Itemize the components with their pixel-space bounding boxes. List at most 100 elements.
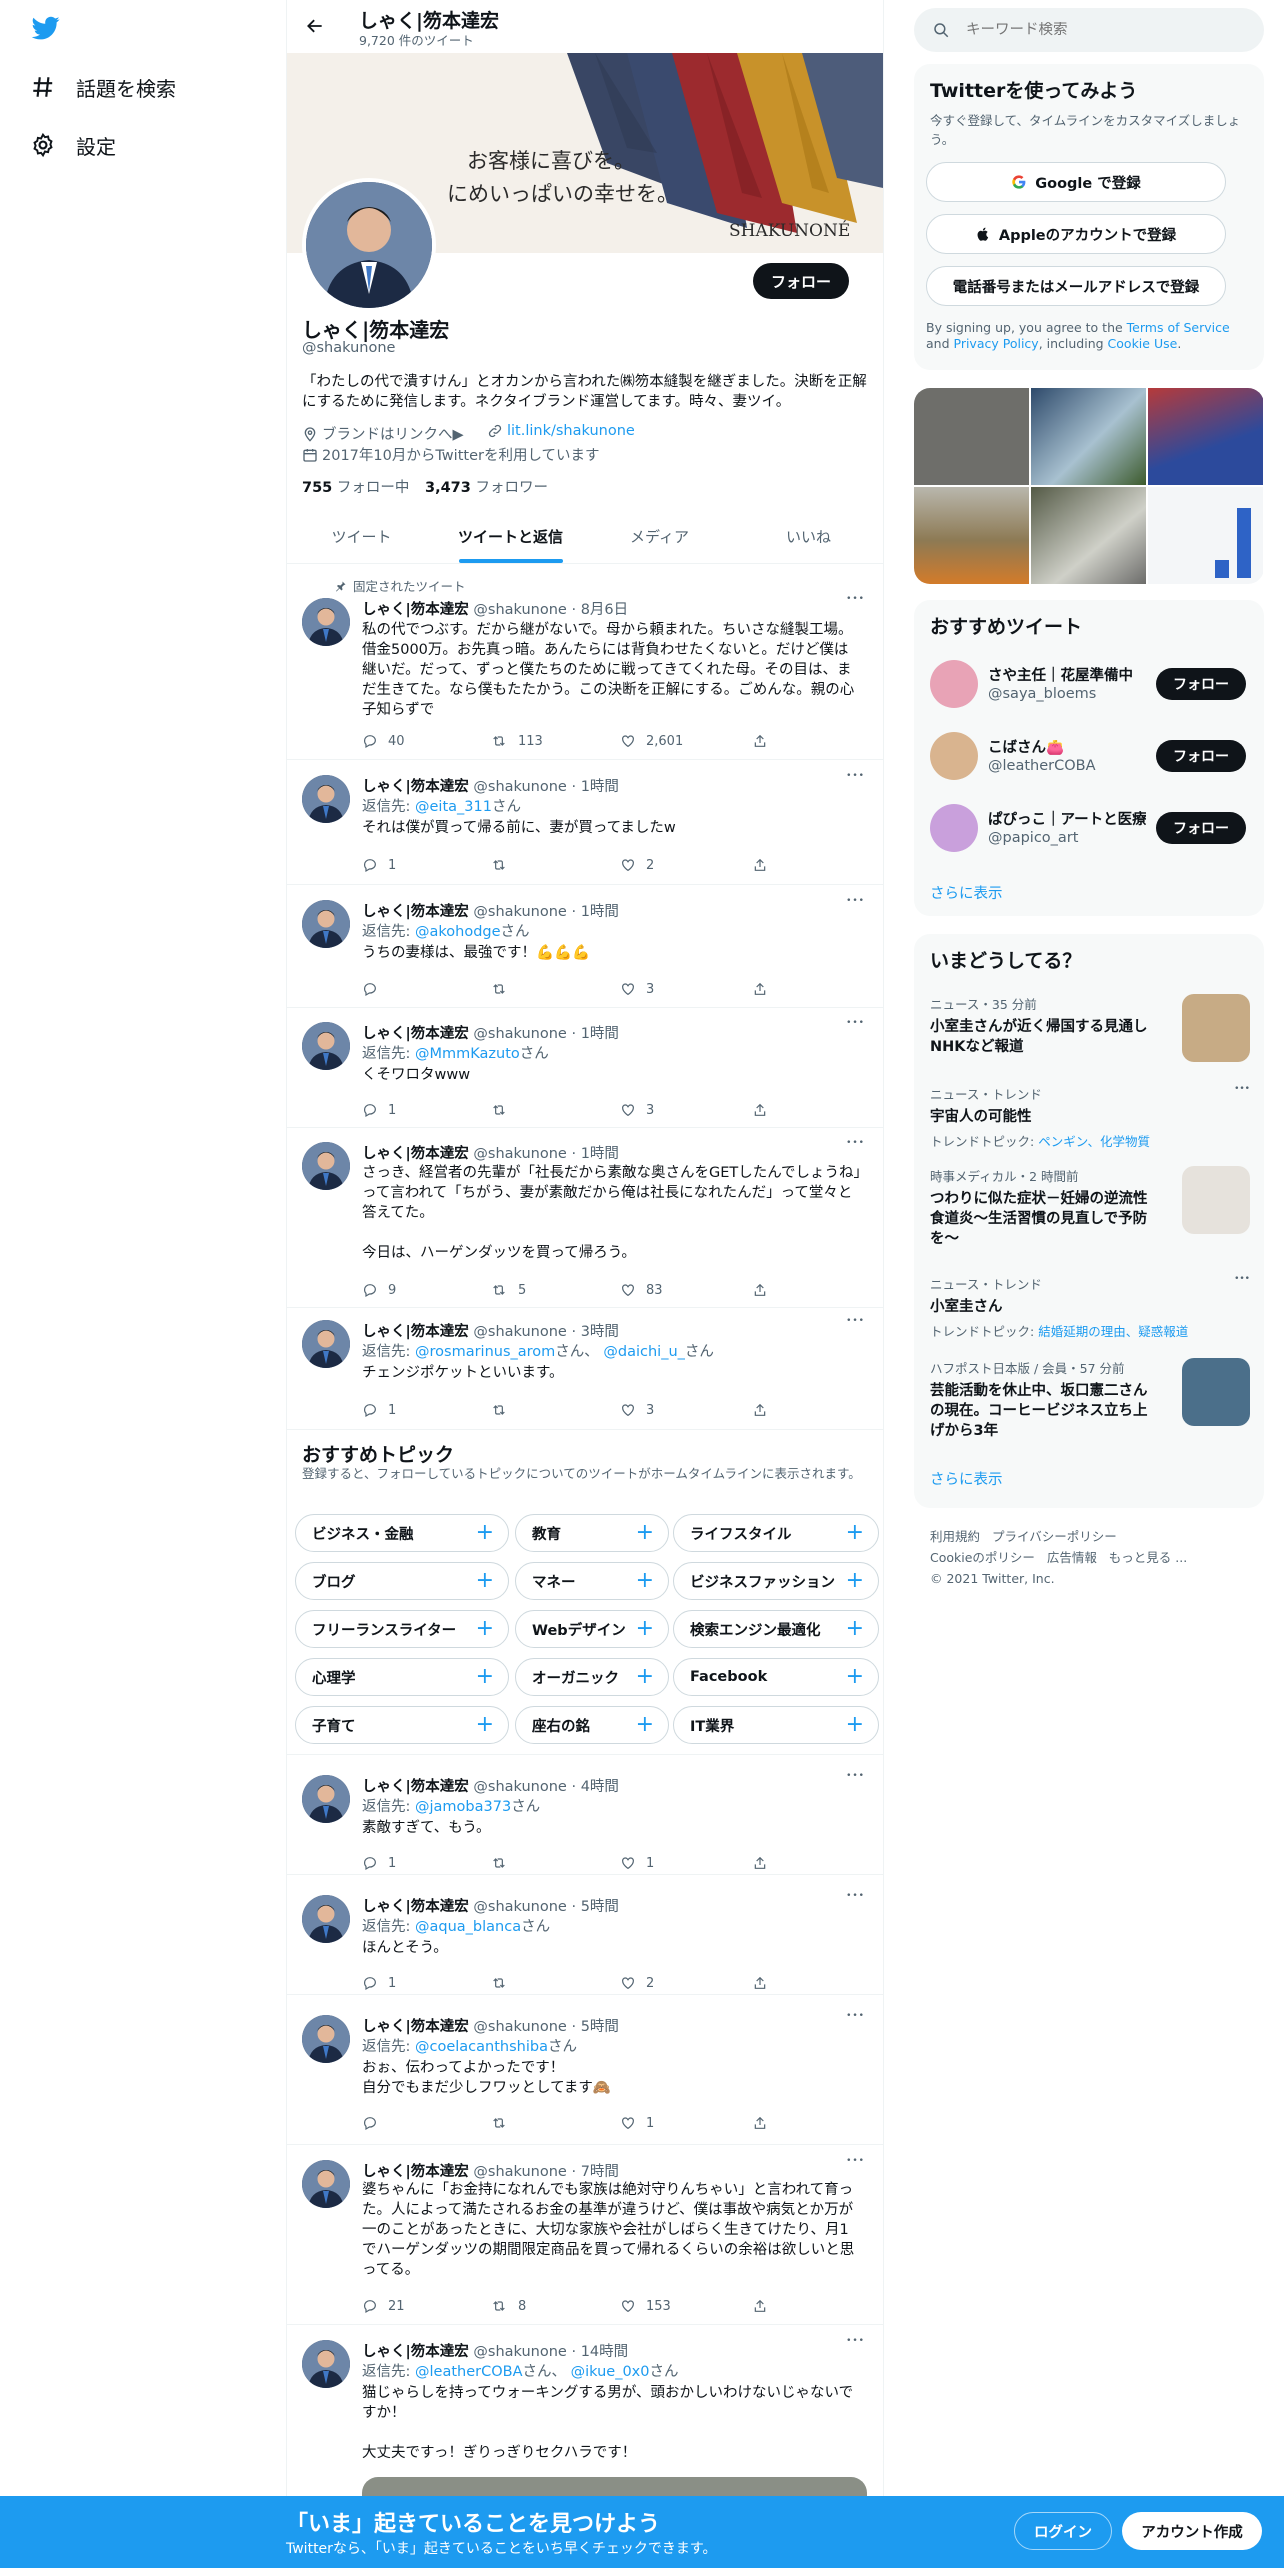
media-thumb[interactable] bbox=[914, 388, 1029, 485]
tweet-avatar[interactable] bbox=[302, 900, 350, 948]
share-button[interactable] bbox=[752, 1975, 768, 1991]
retweet-button[interactable] bbox=[490, 1402, 508, 1418]
trend-item[interactable]: ニュース・トレンド 小室圭さん トレンドトピック: 結婚延期の理由、疑惑報道 ••• bbox=[930, 1274, 1250, 1340]
back-arrow-icon[interactable] bbox=[305, 16, 325, 36]
tab-tweets[interactable]: ツイート bbox=[287, 510, 436, 563]
tweet-author-name[interactable]: しゃく|笏本達宏 bbox=[362, 1779, 469, 1795]
tweet[interactable]: しゃく|笏本達宏 @shakunone · 5時間 ••• 返信先: @coelac… bbox=[287, 1995, 883, 2145]
retweet-button[interactable]: 8 bbox=[490, 2298, 526, 2314]
search-input[interactable] bbox=[966, 22, 1246, 38]
user-follow-button[interactable]: フォロー bbox=[1156, 812, 1246, 844]
tweet-author-name[interactable]: しゃく|笏本達宏 bbox=[362, 1899, 469, 1915]
more-options-icon[interactable]: ••• bbox=[1234, 1274, 1250, 1284]
reply-button[interactable]: 21 bbox=[362, 2298, 405, 2314]
share-button[interactable] bbox=[752, 1102, 768, 1118]
more-options-icon[interactable]: ••• bbox=[846, 896, 865, 906]
tweet-author-name[interactable]: しゃく|笏本達宏 bbox=[362, 1026, 469, 1042]
like-button[interactable]: 3 bbox=[620, 1402, 654, 1418]
tweet-avatar[interactable] bbox=[302, 775, 350, 823]
plus-icon[interactable]: + bbox=[846, 1618, 864, 1640]
media-thumb[interactable] bbox=[1148, 388, 1263, 485]
retweet-button[interactable]: 5 bbox=[490, 1282, 526, 1298]
share-button[interactable] bbox=[752, 2298, 768, 2314]
topic-pill[interactable]: Facebook + bbox=[673, 1658, 879, 1696]
tweet-author-handle[interactable]: @shakunone · bbox=[469, 1146, 581, 1162]
user-avatar[interactable] bbox=[930, 732, 978, 780]
tweet-author-name[interactable]: しゃく|笏本達宏 bbox=[362, 602, 469, 618]
recommended-user[interactable]: こばさん👛 @leatherCOBA フォロー bbox=[914, 728, 1264, 788]
plus-icon[interactable]: + bbox=[476, 1522, 494, 1544]
retweet-button[interactable]: 113 bbox=[490, 733, 543, 749]
user-avatar[interactable] bbox=[930, 804, 978, 852]
url-text[interactable]: lit.link/shakunone bbox=[507, 423, 635, 439]
trend-item[interactable]: 時事メディカル・2 時間前 つわりに似た症状－妊婦の逆流性食道炎～生活習慣の見直し… bbox=[930, 1166, 1250, 1249]
tweet-avatar[interactable] bbox=[302, 1142, 350, 1190]
plus-icon[interactable]: + bbox=[636, 1522, 654, 1544]
footer-privacy[interactable]: プライバシーポリシー bbox=[992, 1529, 1117, 1544]
trend-item[interactable]: ハフポスト日本版 / 会員・57 分前 芸能活動を休止中、坂口憲二さんの現在。コー… bbox=[930, 1358, 1250, 1441]
more-options-icon[interactable]: ••• bbox=[846, 2336, 865, 2346]
reply-button[interactable] bbox=[362, 2115, 378, 2131]
like-button[interactable]: 2,601 bbox=[620, 733, 683, 749]
tweet-avatar[interactable] bbox=[302, 598, 350, 646]
plus-icon[interactable]: + bbox=[476, 1570, 494, 1592]
following-link[interactable]: 755 フォロー中 bbox=[302, 476, 409, 497]
reply-mention[interactable]: @coelacanthshiba bbox=[415, 2039, 548, 2055]
tweet-avatar[interactable] bbox=[302, 2015, 350, 2063]
tweet-author-name[interactable]: しゃく|笏本達宏 bbox=[362, 2019, 469, 2035]
retweet-button[interactable] bbox=[490, 1102, 508, 1118]
topic-pill[interactable]: 教育 + bbox=[515, 1514, 669, 1552]
reply-mention[interactable]: @MmmKazuto bbox=[415, 1046, 520, 1062]
media-thumb[interactable] bbox=[1031, 487, 1146, 584]
footer-more[interactable]: もっと見る ... bbox=[1109, 1550, 1187, 1565]
recommended-user[interactable]: さや主任｜花屋準備中 @saya_bloems フォロー bbox=[914, 656, 1264, 716]
plus-icon[interactable]: + bbox=[846, 1570, 864, 1592]
topic-pill[interactable]: ビジネスファッション + bbox=[673, 1562, 879, 1600]
more-options-icon[interactable]: ••• bbox=[846, 1138, 865, 1148]
google-signup-button[interactable]: Google で登録 bbox=[926, 162, 1226, 202]
tweet-author-name[interactable]: しゃく|笏本達宏 bbox=[362, 2164, 469, 2180]
tweet[interactable]: しゃく|笏本達宏 @shakunone · 4時間 ••• 返信先: @jamoba… bbox=[287, 1755, 883, 1875]
profile-avatar[interactable] bbox=[302, 178, 436, 312]
media-thumb[interactable] bbox=[1031, 388, 1146, 485]
reply-button[interactable]: 1 bbox=[362, 857, 396, 873]
topic-pill[interactable]: Webデザイン + bbox=[515, 1610, 669, 1648]
like-button[interactable]: 1 bbox=[620, 2115, 654, 2131]
trend-item[interactable]: ニュース・トレンド 宇宙人の可能性 トレンドトピック: ペンギン、化学物質 ••• bbox=[930, 1084, 1250, 1150]
tweet-author-handle[interactable]: @shakunone · bbox=[469, 904, 581, 920]
tweet[interactable]: しゃく|笏本達宏 @shakunone · 1時間 ••• 返信先: @eita_3… bbox=[287, 760, 883, 885]
retweet-button[interactable] bbox=[490, 2115, 508, 2131]
reply-mention[interactable]: @ikue_0x0 bbox=[571, 2364, 650, 2380]
topic-pill[interactable]: 心理学 + bbox=[295, 1658, 509, 1696]
tweet-avatar[interactable] bbox=[302, 1022, 350, 1070]
tab-media[interactable]: メディア bbox=[585, 510, 734, 563]
tweet-author-handle[interactable]: @shakunone · bbox=[469, 2164, 581, 2180]
reply-mention[interactable]: @jamoba373 bbox=[415, 1799, 511, 1815]
footer-terms[interactable]: 利用規約 bbox=[930, 1529, 980, 1544]
retweet-button[interactable] bbox=[490, 1855, 508, 1871]
tweet-avatar[interactable] bbox=[302, 2340, 350, 2388]
reply-button[interactable]: 40 bbox=[362, 733, 405, 749]
more-options-icon[interactable]: ••• bbox=[846, 1771, 865, 1781]
topic-pill[interactable]: オーガニック + bbox=[515, 1658, 669, 1696]
topic-pill[interactable]: ビジネス・金融 + bbox=[295, 1514, 509, 1552]
recommended-user[interactable]: ぱぴっこ｜アートと医療 @papico_art フォロー bbox=[914, 800, 1264, 860]
trend-item[interactable]: ニュース・35 分前 小室圭さんが近く帰国する見通し NHKなど報道 bbox=[930, 994, 1250, 1062]
like-button[interactable]: 3 bbox=[620, 1102, 654, 1118]
more-options-icon[interactable]: ••• bbox=[846, 2156, 865, 2166]
trend-topics-links[interactable]: 結婚延期の理由、疑惑報道 bbox=[1038, 1324, 1188, 1339]
tweet-avatar[interactable] bbox=[302, 1775, 350, 1823]
reply-mention[interactable]: @aqua_blanca bbox=[415, 1919, 521, 1935]
tweet-timestamp[interactable]: 14時間 bbox=[581, 2344, 628, 2360]
login-button[interactable]: ログイン bbox=[1014, 2512, 1112, 2550]
tweet-timestamp[interactable]: 8月6日 bbox=[581, 602, 628, 618]
tweet-timestamp[interactable]: 5時間 bbox=[581, 1899, 619, 1915]
tweet[interactable]: しゃく|笏本達宏 @shakunone · 7時間 ••• 婆ちゃんに「お金持になれ… bbox=[287, 2145, 883, 2325]
cookie-link[interactable]: Cookie Use bbox=[1108, 336, 1178, 351]
share-button[interactable] bbox=[752, 1282, 768, 1298]
tweet[interactable]: 固定されたツイート しゃく|笏本達宏 @shakunone · 8月6日 ••• 私の… bbox=[287, 564, 883, 760]
tweet-author-handle[interactable]: @shakunone · bbox=[469, 1779, 581, 1795]
trend-thumbnail[interactable] bbox=[1182, 994, 1250, 1062]
apple-signup-button[interactable]: Appleのアカウントで登録 bbox=[926, 214, 1226, 254]
like-button[interactable]: 1 bbox=[620, 1855, 654, 1871]
